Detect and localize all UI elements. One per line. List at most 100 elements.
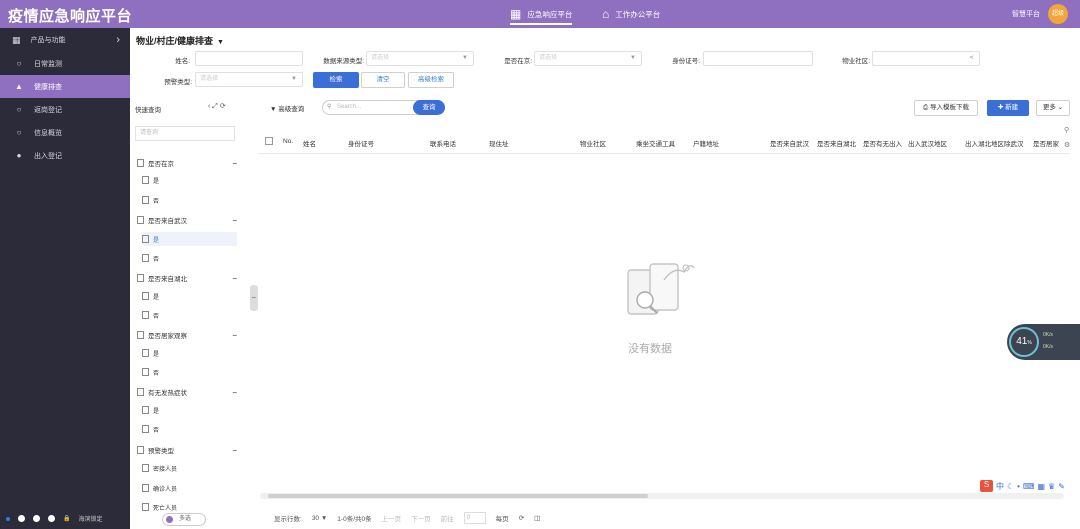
network-speed-widget[interactable]: 41% 0K/s 0K/s [1007, 324, 1080, 360]
warn-placeholder: 请选择 [200, 76, 219, 82]
col-header[interactable]: 是否来自湖北 [817, 138, 856, 148]
cpu-percent-value: 41 [1016, 336, 1028, 347]
col-header[interactable]: 是否居家 [1033, 138, 1063, 148]
source-select[interactable]: 请选择 ▼ [366, 51, 474, 66]
col-header[interactable]: No. [283, 138, 293, 145]
collapse-icon[interactable]: − [232, 331, 237, 340]
tree-item[interactable]: 否 [142, 365, 237, 379]
idcard-field[interactable] [703, 51, 813, 66]
tree-item[interactable]: 是 [142, 289, 237, 303]
tree-item[interactable]: 密接人员 [142, 461, 237, 475]
ime-mode[interactable]: 中 [996, 481, 1004, 492]
panel-tools-icon[interactable]: ‹ ⤢ ⟳ [208, 102, 226, 111]
tree-group[interactable]: 有无发热症状 − [137, 387, 237, 397]
dot-icon[interactable]: • [1017, 482, 1020, 491]
collapse-icon[interactable]: − [232, 216, 237, 225]
advanced-search-button[interactable]: 高级检索 [408, 72, 454, 88]
clear-button[interactable]: 清空 [361, 72, 405, 88]
collapse-icon[interactable]: − [232, 446, 237, 455]
tree-item[interactable]: 是 [142, 232, 237, 246]
sidebar-header[interactable]: ▦ 产品与功能 › [0, 28, 130, 52]
nav-emergency-platform[interactable]: ▦ 应急响应平台 [510, 0, 573, 28]
input-method-bar[interactable]: S 中 ☾ • ⌨ ▦ ♛ ✎ [980, 480, 1065, 492]
share-icon[interactable]: ⋖ [969, 52, 974, 65]
collapse-icon[interactable]: − [232, 274, 237, 283]
multi-select-toggle[interactable]: 多选 [162, 513, 206, 526]
chevron-right-icon[interactable]: › [116, 34, 120, 46]
next-page-button[interactable]: 下一页 [411, 513, 431, 523]
search-button[interactable]: 检索 [313, 72, 359, 88]
panel-resize-handle[interactable]: ⇔ [250, 285, 258, 311]
tree-group[interactable]: 预警类型 − [137, 445, 237, 455]
import-template-button[interactable]: ⎙ 导入模板下载 [914, 100, 978, 116]
tree-item[interactable]: 是 [142, 346, 237, 360]
tree-item[interactable]: 否 [142, 422, 237, 436]
tree-group[interactable]: 是否来自武汉 − [137, 215, 237, 225]
goto-page-input[interactable]: 0 [463, 512, 486, 524]
community-field[interactable]: ⋖ [872, 51, 980, 66]
query-button[interactable]: 查询 [413, 100, 445, 115]
keyboard-icon[interactable]: ⌨ [1023, 482, 1035, 491]
theme-dot[interactable] [18, 515, 25, 522]
col-header[interactable]: 现住址 [489, 138, 509, 148]
inplace-select[interactable]: 请选择 ▼ [534, 51, 642, 66]
col-header[interactable]: 物业社区 [580, 138, 606, 148]
tree-item[interactable]: 否 [142, 251, 237, 265]
col-header[interactable]: 乘坐交通工具 [636, 138, 675, 148]
sidebar-item-health-check[interactable]: ▲ 健康排查 [0, 75, 130, 98]
user-name[interactable]: 智慧平台 [1012, 9, 1040, 19]
page-size-select[interactable]: 30 ▼ [312, 515, 327, 522]
tool-icon[interactable]: ✎ [1058, 482, 1065, 491]
empty-data-icon [627, 263, 695, 315]
col-header[interactable]: 户籍地址 [693, 138, 719, 148]
avatar[interactable]: 超级 [1048, 4, 1068, 24]
tree-item[interactable]: 是 [142, 173, 237, 187]
col-header[interactable]: 姓名 [303, 138, 316, 148]
table-settings-icon[interactable]: ⚲ ⚙ [1064, 126, 1070, 149]
collapse-icon[interactable]: − [232, 159, 237, 168]
caret-down-icon[interactable]: ▼ [217, 39, 224, 46]
tree-item[interactable]: 是 [142, 403, 237, 417]
nav-office-platform[interactable]: ⌂ 工作办公平台 [602, 0, 660, 28]
tree-item[interactable]: 确诊人员 [142, 481, 237, 495]
warn-select[interactable]: 请选择 ▼ [195, 72, 303, 87]
moon-icon[interactable]: ☾ [1007, 482, 1014, 491]
collapse-icon[interactable]: − [232, 388, 237, 397]
horizontal-scrollbar[interactable] [260, 493, 1064, 499]
more-button[interactable]: 更多 ⌄ [1036, 100, 1070, 116]
file-icon [137, 159, 144, 167]
theme-dot[interactable] [33, 515, 40, 522]
quick-query-search[interactable]: 请查询 [135, 126, 235, 141]
tree-group[interactable]: 是否居家观察 − [137, 330, 237, 340]
tree-group[interactable]: 是否来自湖北 − [137, 273, 237, 283]
skin-icon[interactable]: ▦ [1038, 482, 1046, 491]
lock-icon[interactable]: 🔒 [63, 515, 70, 522]
sidebar-item-access-register[interactable]: ● 出入登记 [0, 144, 130, 167]
new-button[interactable]: ✚ 新建 [987, 100, 1029, 116]
tree-group[interactable]: 是否在京 − [137, 158, 237, 168]
col-header[interactable]: 是否来自武汉 [770, 138, 809, 148]
col-header[interactable]: 联系电话 [430, 138, 456, 148]
app-title: 疫情应急响应平台 [8, 8, 133, 25]
name-field[interactable] [195, 51, 303, 66]
sidebar-item-info-overview[interactable]: ○ 信息概览 [0, 121, 130, 144]
columns-icon[interactable]: ◫ [534, 514, 540, 522]
breadcrumb[interactable]: 物业/村庄/健康排查 ▼ [136, 34, 224, 47]
sidebar-item-daily-monitor[interactable]: ○ 日常监测 [0, 52, 130, 75]
shirt-icon[interactable]: ♛ [1048, 482, 1055, 491]
sidebar-item-return-register[interactable]: ○ 返岗登记 [0, 98, 130, 121]
select-all-checkbox[interactable] [265, 137, 273, 145]
advanced-query-button[interactable]: ▼ 高级查询 [270, 103, 304, 113]
tree-item[interactable]: 否 [142, 193, 237, 207]
refresh-icon[interactable]: ⟳ [519, 514, 524, 522]
prev-page-button[interactable]: 上一页 [382, 513, 402, 523]
scrollbar-thumb[interactable] [268, 494, 648, 498]
col-header[interactable]: 出入武汉地区 [908, 138, 947, 148]
col-header[interactable]: 身份证号 [348, 138, 374, 148]
tree-item[interactable]: 否 [142, 308, 237, 322]
theme-dot[interactable] [48, 515, 55, 522]
tree-item[interactable]: 死亡人员 [142, 500, 237, 514]
col-header[interactable]: 出入湖北地区除武汉 [965, 138, 1024, 148]
col-header[interactable]: 是否有无出入 [863, 138, 902, 148]
top-bar: 疫情应急响应平台 ▦ 应急响应平台 ⌂ 工作办公平台 智慧平台 超级 [0, 0, 1080, 28]
